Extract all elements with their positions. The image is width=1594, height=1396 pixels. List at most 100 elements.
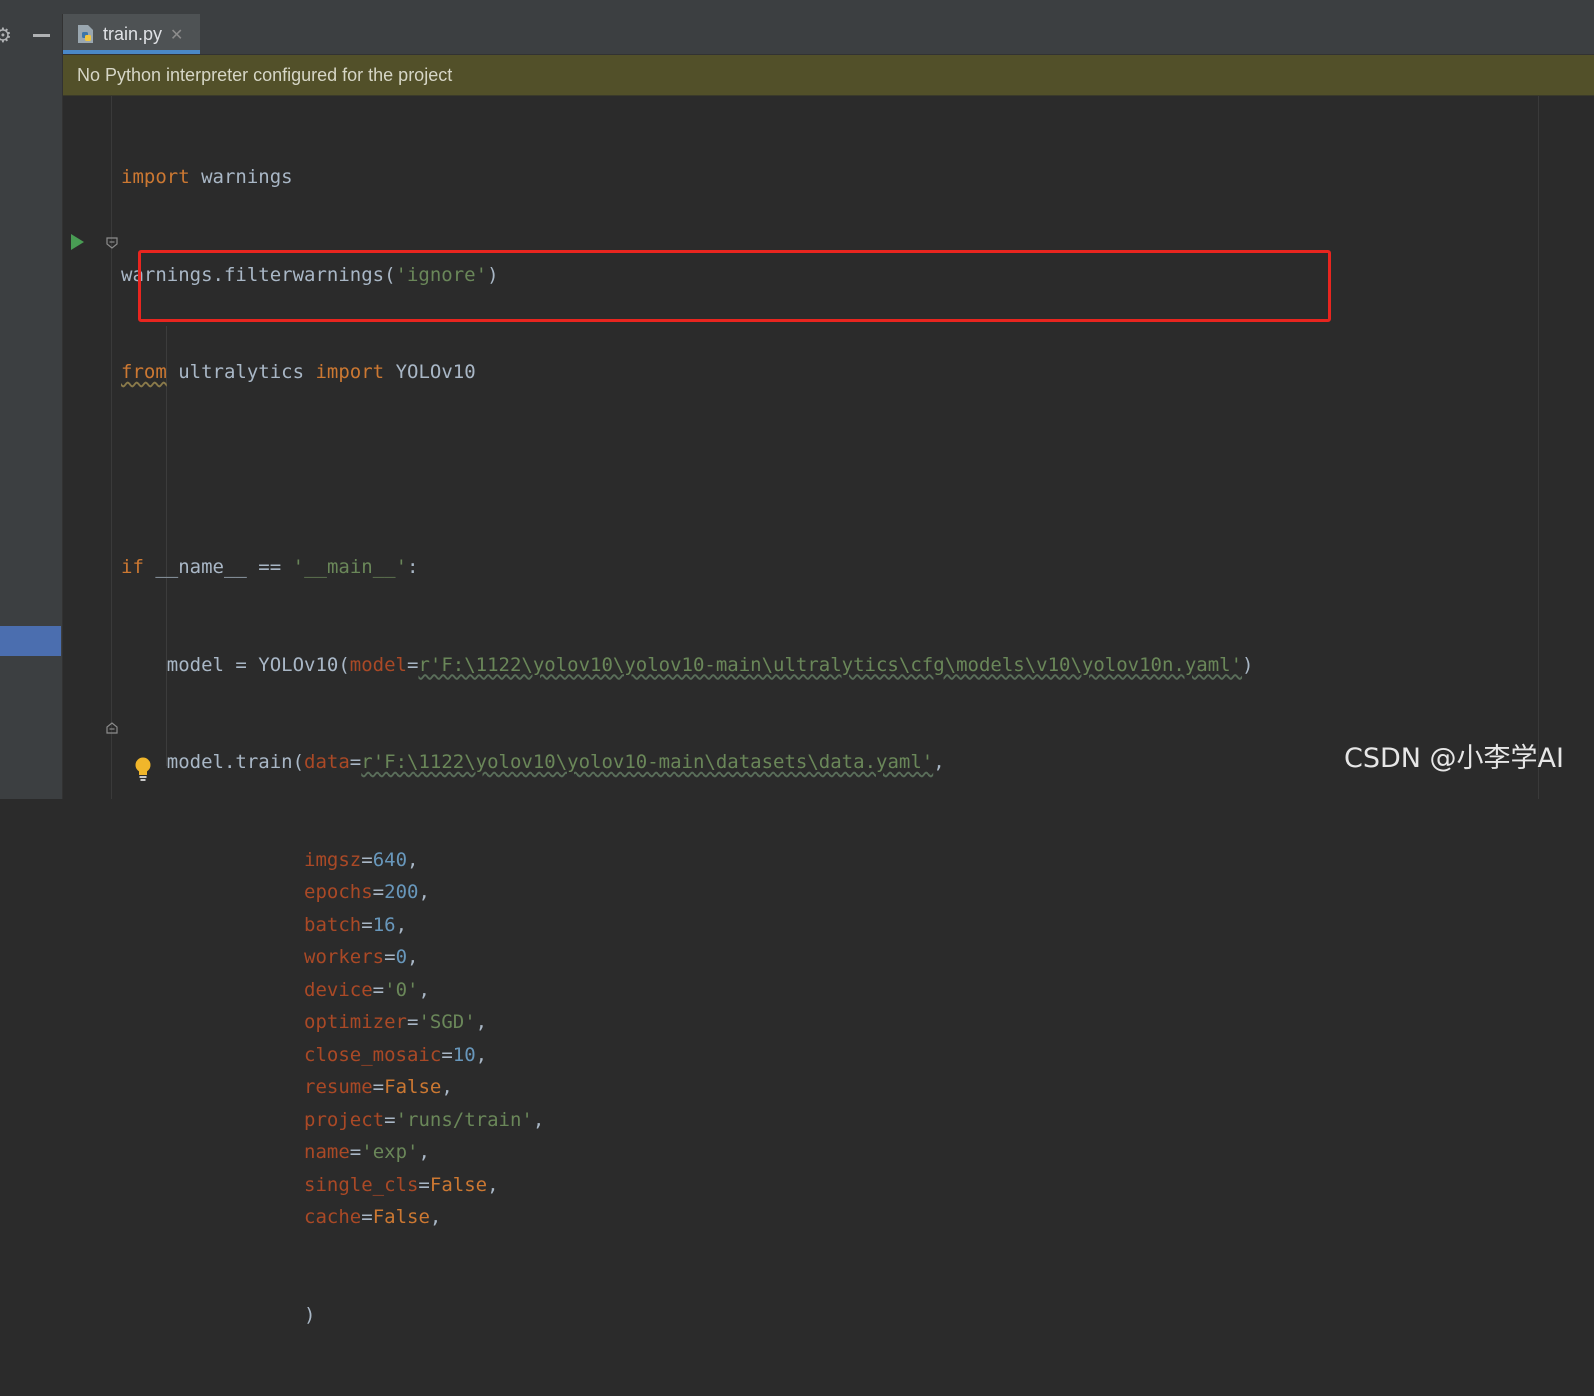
value-token: 10 xyxy=(452,1043,476,1066)
operator-token: = xyxy=(441,1043,453,1066)
punct-token: , xyxy=(418,881,430,903)
fold-icon[interactable] xyxy=(106,237,118,249)
punct-token: , xyxy=(429,1206,442,1228)
module-token: ultralytics xyxy=(166,361,316,383)
code-line-arg: epochs=200, xyxy=(121,876,1254,909)
fold-end-icon[interactable] xyxy=(106,722,118,734)
code-line-arg: cache=False, xyxy=(121,1201,1254,1234)
code-editor[interactable]: import warnings warnings.filterwarnings(… xyxy=(63,96,1594,1326)
punct-token: , xyxy=(487,1173,499,1196)
indent-token xyxy=(121,1304,304,1326)
operator-token: = xyxy=(349,1141,362,1163)
title-strip xyxy=(0,0,1594,15)
minimize-icon[interactable] xyxy=(33,34,50,37)
code-line-arg: workers=0, xyxy=(121,941,1254,974)
editor-tab-bar: train.py ✕ xyxy=(63,14,1594,55)
operator-token: = xyxy=(406,1011,419,1033)
identifier-token: warnings xyxy=(189,166,293,188)
code-line: from ultralytics import YOLOv10 xyxy=(121,356,1254,389)
gutter-separator xyxy=(111,96,112,799)
value-token: 16 xyxy=(372,913,396,936)
keyword-token: if xyxy=(121,556,144,578)
code-line: model = YOLOv10(model=r'F:\1122\yolov10\… xyxy=(121,649,1254,682)
string-token: r'F:\1122\yolov10\yolov10-main\datasets\… xyxy=(361,751,934,773)
right-margin-guide xyxy=(1538,96,1539,799)
operator-token: = xyxy=(361,1206,373,1228)
tab-label: train.py xyxy=(103,23,163,44)
param-token: device xyxy=(304,978,373,1001)
operator-token: = xyxy=(361,913,373,936)
keyword-token: import xyxy=(315,361,385,383)
param-token: data xyxy=(304,751,350,773)
punct-token: ) xyxy=(1242,653,1254,676)
code-line: model.train(data=r'F:\1122\yolov10\yolov… xyxy=(121,746,1254,779)
string-token: r'F:\1122\yolov10\yolov10-main\ultralyti… xyxy=(418,653,1243,676)
param-token: close_mosaic xyxy=(304,1043,442,1066)
operator-token: = xyxy=(361,848,373,871)
punct-token: : xyxy=(407,556,419,578)
value-token: 200 xyxy=(384,881,419,903)
param-token: model xyxy=(349,653,407,676)
close-icon[interactable]: ✕ xyxy=(170,25,183,44)
call-token: model = YOLOv10( xyxy=(121,653,350,676)
gear-icon[interactable]: ⚙ xyxy=(0,24,12,46)
indent-token xyxy=(121,979,304,1001)
tool-window-header: ⚙ xyxy=(0,24,62,48)
code-line-arg: project='runs/train', xyxy=(121,1104,1254,1137)
code-line-arg: close_mosaic=10, xyxy=(121,1039,1254,1072)
python-file-icon xyxy=(78,25,93,43)
call-token: model.train( xyxy=(121,751,305,773)
keyword-token: from xyxy=(121,361,167,383)
banner-text: No Python interpreter configured for the… xyxy=(77,64,453,85)
value-token: 0 xyxy=(395,946,408,968)
punct-token: , xyxy=(475,1011,488,1033)
operator-token: = xyxy=(349,751,362,773)
tab-train-py[interactable]: train.py ✕ xyxy=(63,14,200,54)
punct-token: , xyxy=(933,751,945,773)
value-token: False xyxy=(429,1173,488,1196)
train-arguments: imgsz=640, epochs=200, batch=16, workers… xyxy=(121,844,1254,1234)
param-token: project xyxy=(304,1108,385,1131)
keyword-token: import xyxy=(121,166,190,188)
indent-token xyxy=(121,849,304,871)
selected-project-item[interactable] xyxy=(0,626,61,656)
string-token: '__main__' xyxy=(292,556,408,578)
value-token: 'runs/train' xyxy=(395,1108,533,1131)
value-token: '0' xyxy=(384,978,419,1001)
param-token: workers xyxy=(304,946,385,968)
highlight-annotation-box xyxy=(138,250,1331,322)
punct-token: , xyxy=(418,1141,430,1163)
code-line-arg: imgsz=640, xyxy=(121,844,1254,877)
code-line-arg: resume=False, xyxy=(121,1071,1254,1104)
operator-token: = xyxy=(372,978,385,1001)
indent-token xyxy=(121,881,304,903)
dunder-token: __name__ xyxy=(155,556,247,578)
identifier-token: YOLOv10 xyxy=(384,361,476,383)
operator-token: = xyxy=(384,946,396,968)
punct-token: , xyxy=(418,978,430,1001)
indent-token xyxy=(121,1109,304,1131)
operator-token: = xyxy=(384,1108,396,1131)
operator-token: = xyxy=(406,653,419,676)
param-token: cache xyxy=(304,1206,362,1228)
value-token: 'exp' xyxy=(361,1141,419,1163)
param-token: optimizer xyxy=(304,1011,407,1033)
code-line-arg: name='exp', xyxy=(121,1136,1254,1169)
watermark: CSDN @小李学AI xyxy=(1344,743,1564,774)
value-token: False xyxy=(384,1076,442,1098)
punct-token: , xyxy=(407,848,419,871)
code-line-arg: optimizer='SGD', xyxy=(121,1006,1254,1039)
value-token: False xyxy=(372,1206,430,1228)
operator-token: == xyxy=(246,556,293,578)
operator-token: = xyxy=(418,1173,430,1196)
punct-token: , xyxy=(532,1108,545,1131)
param-token: imgsz xyxy=(304,848,362,871)
code-line: import warnings xyxy=(121,161,1254,194)
project-tool-window: ⚙ xyxy=(0,14,63,799)
code-line-arg: batch=16, xyxy=(121,909,1254,942)
param-token: name xyxy=(304,1141,350,1163)
run-icon[interactable] xyxy=(71,234,84,250)
operator-token: = xyxy=(372,1076,385,1098)
indent-token xyxy=(121,1044,304,1066)
